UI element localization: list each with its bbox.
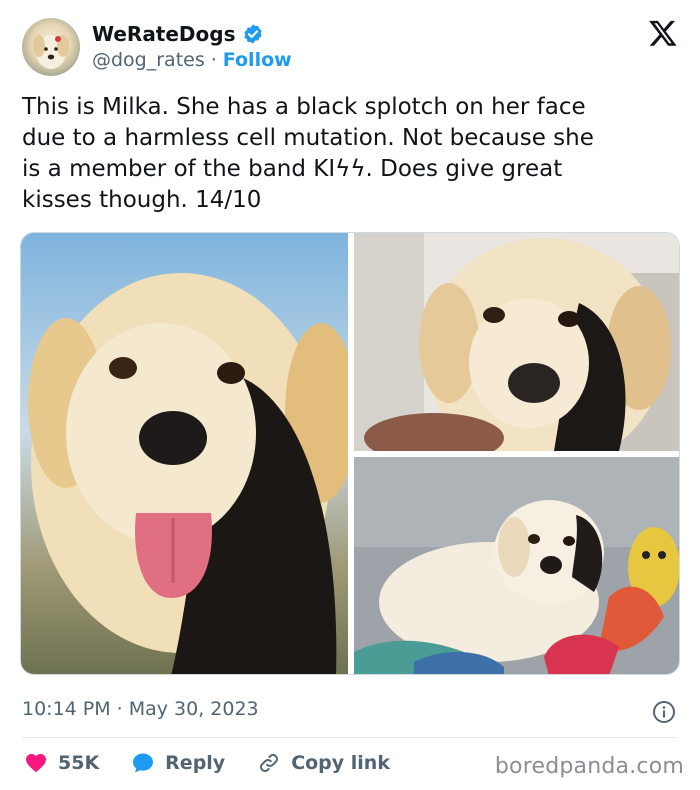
- puppy-photo-toys[interactable]: [354, 457, 679, 674]
- tweet-media-grid: [20, 232, 680, 675]
- dog-photo-tongue[interactable]: [21, 233, 348, 674]
- info-icon[interactable]: [652, 700, 676, 724]
- tweet-date: May 30, 2023: [128, 698, 259, 720]
- dog-avatar-image: [33, 35, 69, 69]
- reply-button[interactable]: Reply: [131, 751, 225, 775]
- source-watermark: boredpanda.com: [494, 754, 684, 779]
- verified-badge-icon: [243, 24, 262, 44]
- tweet-actions: 55K Reply Copy link: [24, 748, 422, 778]
- link-icon: [260, 754, 279, 772]
- copy-link-button[interactable]: Copy link: [257, 751, 390, 775]
- copy-link-label: Copy link: [291, 752, 390, 774]
- like-count: 55K: [58, 752, 100, 774]
- avatar[interactable]: [22, 18, 80, 76]
- dog-photo-closeup[interactable]: [354, 233, 679, 451]
- account-name[interactable]: WeRateDogs: [92, 22, 236, 46]
- tweet-header: WeRateDogs @dog_rates · Follow: [22, 18, 682, 78]
- tweet-timestamp[interactable]: 10:14 PM · May 30, 2023: [22, 698, 259, 720]
- tweet-text: This is Milka. She has a black splotch o…: [22, 94, 594, 213]
- handle-separator: ·: [210, 49, 217, 71]
- follow-button[interactable]: Follow: [223, 49, 292, 71]
- tweet-time: 10:14 PM: [22, 698, 111, 720]
- reply-label: Reply: [165, 752, 226, 774]
- account-handle[interactable]: @dog_rates: [92, 49, 205, 71]
- divider: [22, 737, 678, 738]
- reply-bubble-icon: [133, 753, 154, 773]
- heart-icon: [26, 754, 46, 773]
- timestamp-separator: ·: [116, 698, 123, 720]
- like-button[interactable]: 55K: [24, 751, 99, 775]
- x-logo-icon[interactable]: [648, 18, 678, 48]
